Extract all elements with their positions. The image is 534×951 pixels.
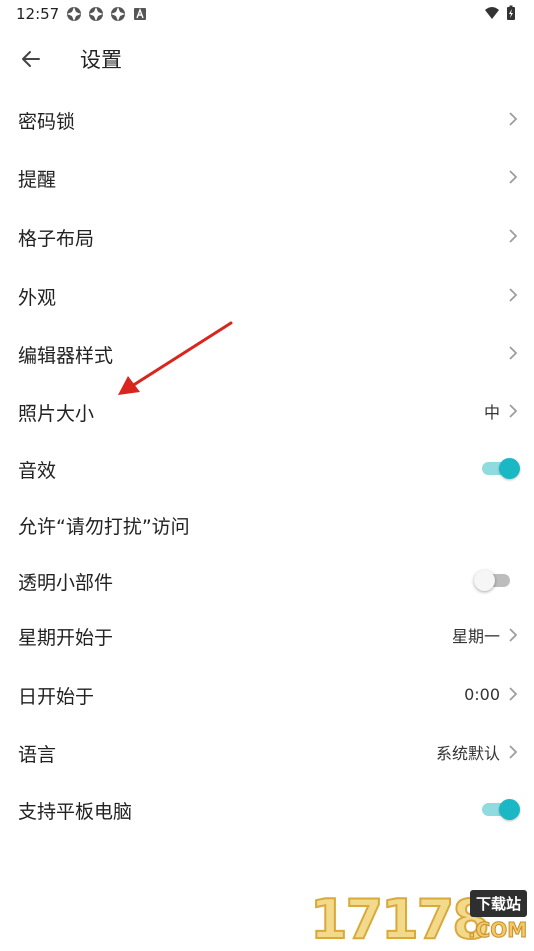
chevron-right-icon [509,170,518,184]
settings-item-label: 编辑器样式 [18,345,114,367]
settings-item-appearance[interactable]: 外观 [0,270,534,320]
settings-item-label: 支持平板电脑 [18,801,133,823]
toggle-knob [499,799,520,820]
app-notification-icon [89,7,103,21]
settings-item-label: 语言 [18,744,57,766]
settings-item-value: 星期一 [451,627,500,646]
toggle-knob [499,458,520,479]
status-left-icons [66,6,148,22]
settings-item-photo-size[interactable]: 照片大小 中 [0,386,534,436]
a-badge-icon [134,8,146,20]
settings-item-language[interactable]: 语言 系统默认 [0,727,534,777]
status-bar: 12:57 [0,0,534,28]
page-title: 设置 [80,48,122,72]
settings-item-day-start[interactable]: 日开始于 0:00 [0,669,534,719]
chevron-right-icon [509,346,518,360]
status-time: 12:57 [16,5,60,23]
chevron-right-icon [509,229,518,243]
settings-item-value: 0:00 [464,684,500,704]
settings-item-tablet-support[interactable]: 支持平板电脑 [0,784,534,834]
transparent-widget-toggle[interactable] [474,569,514,591]
app-notification-icon [111,7,125,21]
settings-item-label: 外观 [18,287,57,309]
battery-charging-icon [507,5,515,20]
chevron-right-icon [509,112,518,126]
settings-item-value: 系统默认 [435,744,500,763]
settings-item-editor-style[interactable]: 编辑器样式 [0,328,534,378]
settings-item-sound-effects[interactable]: 音效 [0,443,534,493]
settings-item-label: 日开始于 [18,686,95,708]
chevron-right-icon [509,628,518,642]
settings-item-week-start[interactable]: 星期开始于 星期一 [0,610,534,660]
wifi-icon [485,7,499,19]
arrow-left-icon [22,51,40,67]
app-bar: 设置 [0,28,534,88]
settings-item-dnd-access[interactable]: 允许“请勿打扰”访问 [0,499,534,549]
settings-item-reminder[interactable]: 提醒 [0,152,534,202]
settings-item-label: 密码锁 [18,111,76,133]
watermark-badge: 下载站 [470,890,528,917]
settings-item-passcode-lock[interactable]: 密码锁 [0,94,534,144]
back-button[interactable] [14,42,48,76]
status-right-icons [484,5,516,21]
chevron-right-icon [509,288,518,302]
settings-item-grid-layout[interactable]: 格子布局 [0,211,534,261]
chevron-right-icon [509,687,518,701]
chevron-right-icon [509,404,518,418]
app-notification-icon [67,7,81,21]
settings-item-transparent-widget[interactable]: 透明小部件 [0,555,534,605]
settings-item-label: 格子布局 [18,228,95,250]
settings-item-label: 星期开始于 [18,627,114,649]
settings-item-label: 允许“请勿打扰”访问 [18,516,190,538]
settings-item-label: 透明小部件 [18,572,114,594]
watermark-number: 17178 [309,887,491,951]
settings-item-value: 中 [483,403,500,422]
settings-item-label: 音效 [18,460,57,482]
watermark-logo: 17178 下载站 .COM [309,884,534,951]
sound-effects-toggle[interactable] [480,457,520,479]
settings-item-label: 照片大小 [18,403,95,425]
tablet-support-toggle[interactable] [480,798,520,820]
settings-item-label: 提醒 [18,169,57,191]
chevron-right-icon [509,745,518,759]
toggle-knob [474,570,495,591]
watermark-domain: .COM [467,918,528,943]
